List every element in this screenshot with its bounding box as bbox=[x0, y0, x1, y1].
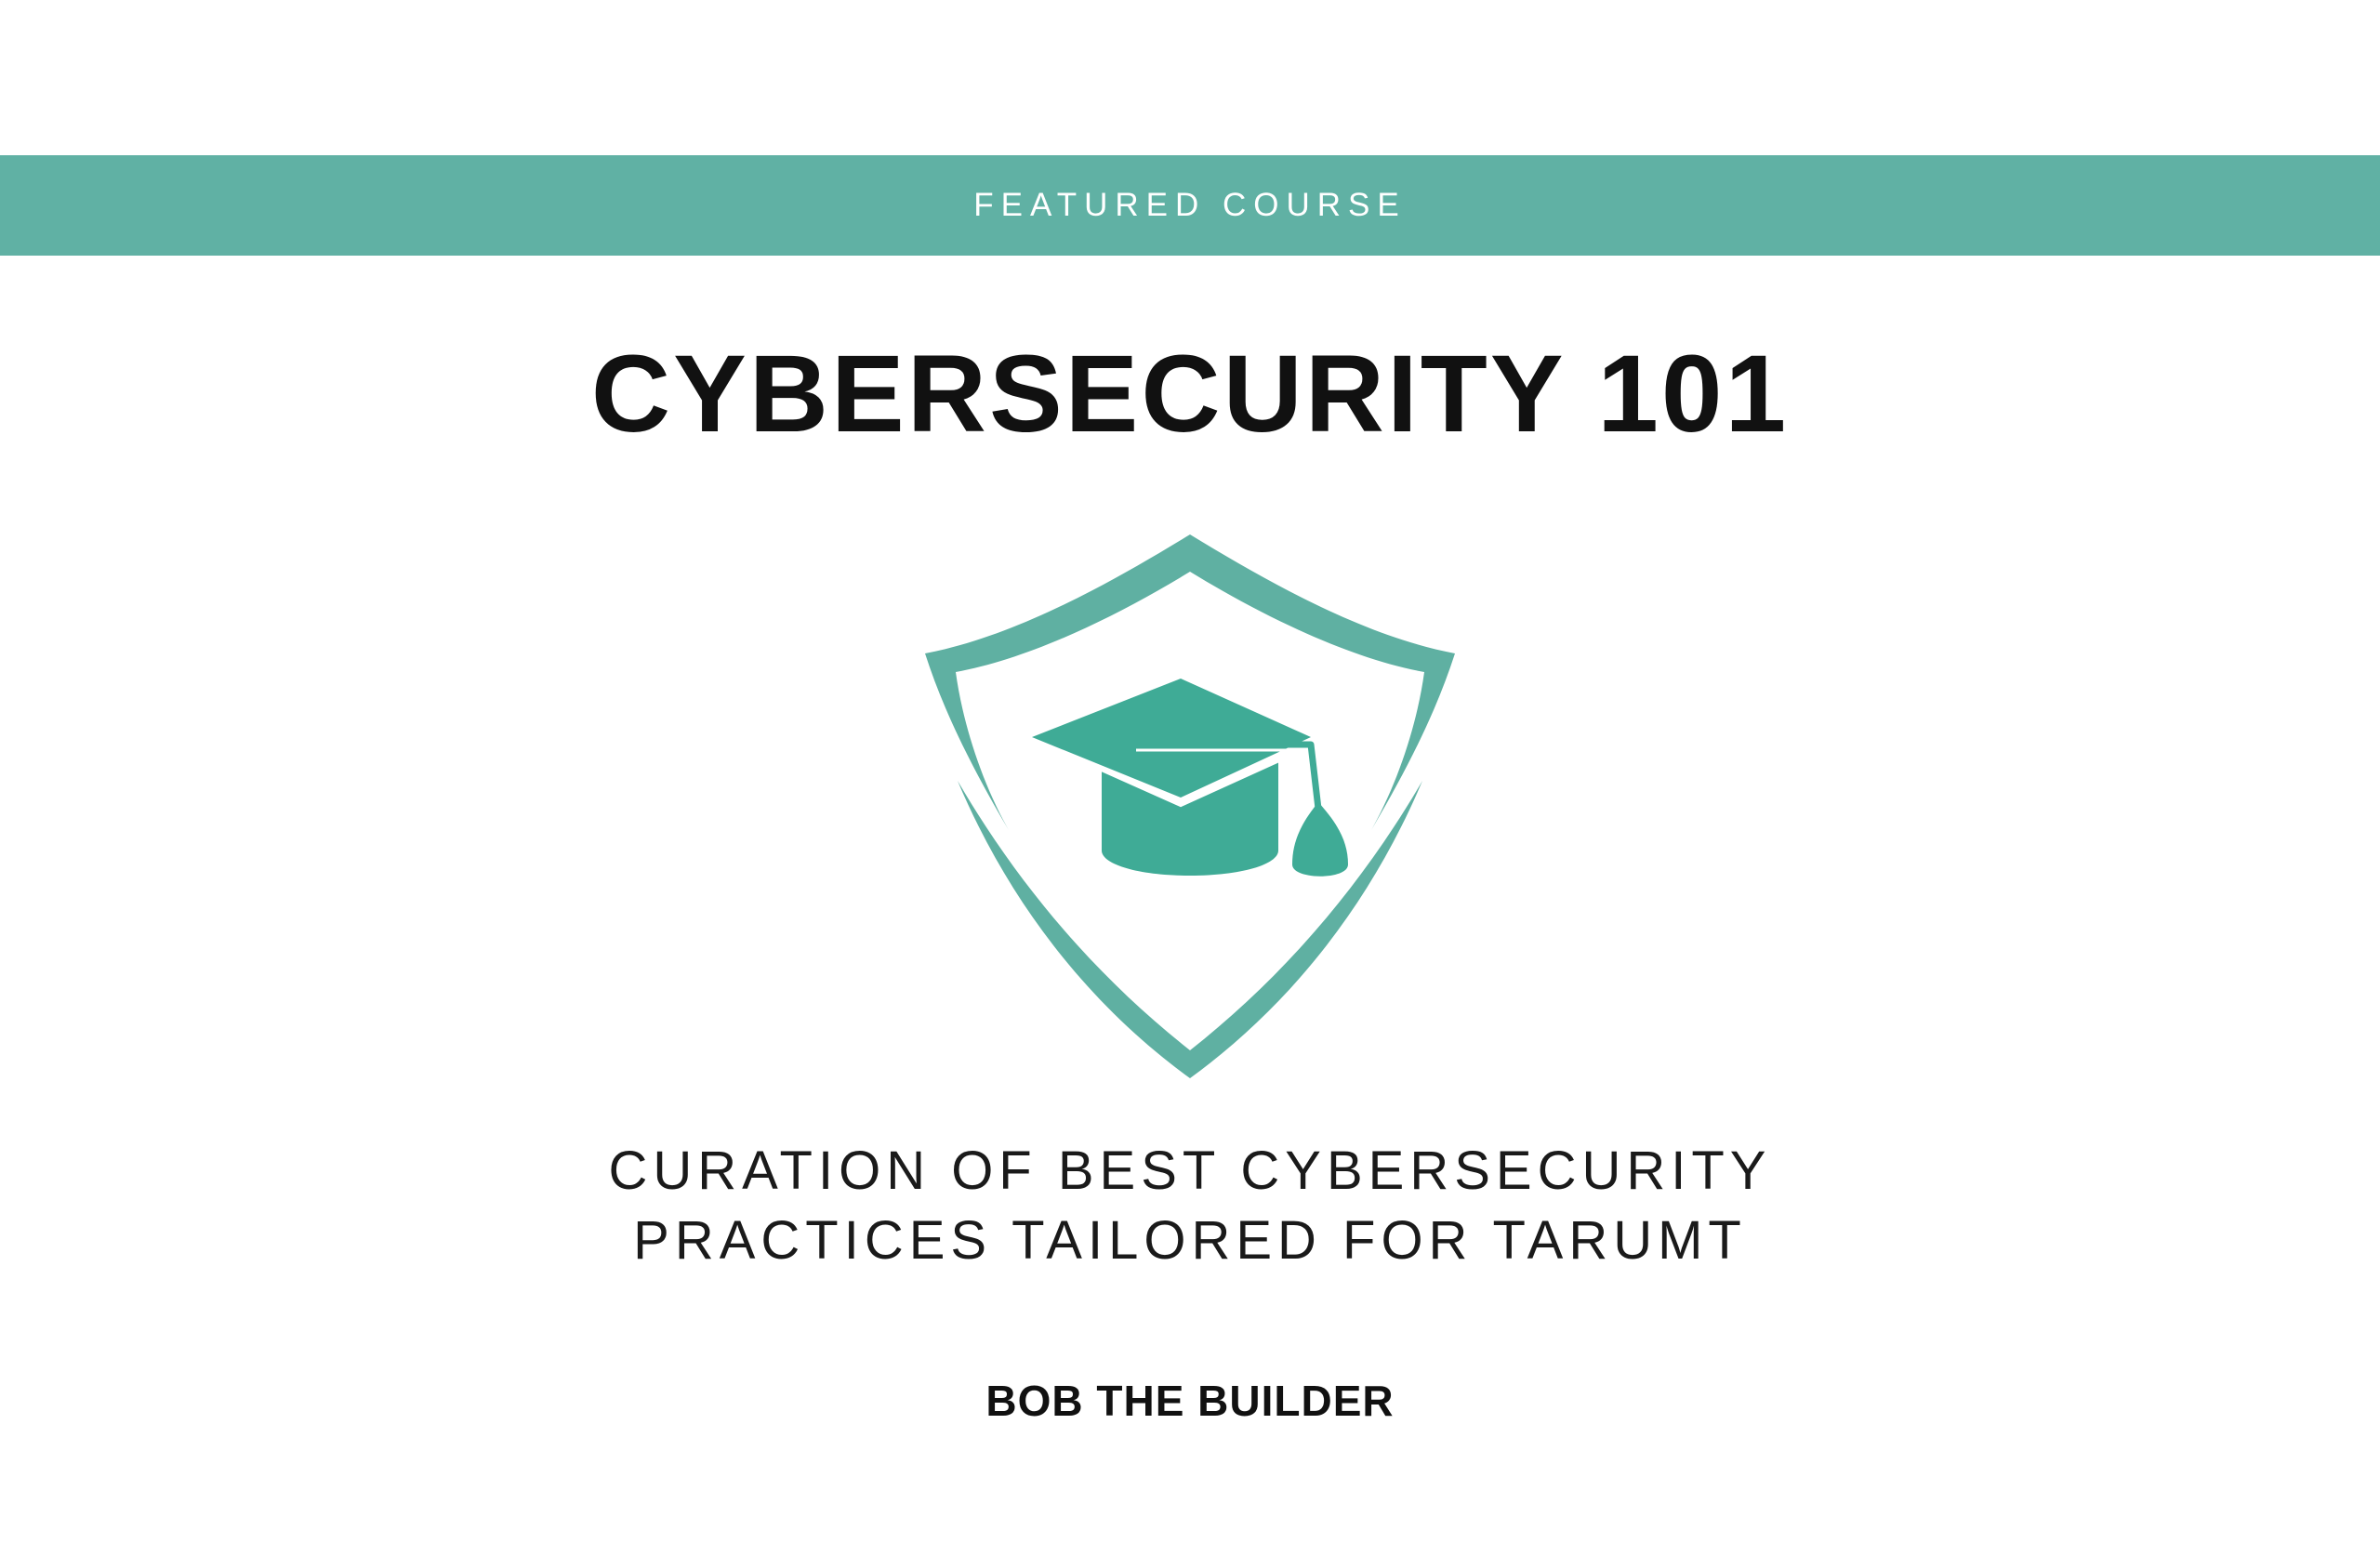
description-line-1: CURATION OF BEST CYBERSECURITY bbox=[608, 1141, 1772, 1201]
cap-tassel bbox=[1292, 802, 1348, 877]
description-line-2: PRACTICES TAILORED FOR TARUMT bbox=[633, 1210, 1747, 1271]
course-description: CURATION OF BEST CYBERSECURITY PRACTICES… bbox=[0, 1136, 2380, 1275]
shield-graduation-cap-icon bbox=[925, 534, 1455, 1078]
course-title: CYBERSECURITY 101 bbox=[590, 333, 1790, 455]
featured-banner: FEATURED COURSE bbox=[0, 155, 2380, 256]
course-author: BOB THE BUILDER bbox=[985, 1377, 1395, 1425]
featured-course-label: FEATURED COURSE bbox=[973, 187, 1407, 223]
